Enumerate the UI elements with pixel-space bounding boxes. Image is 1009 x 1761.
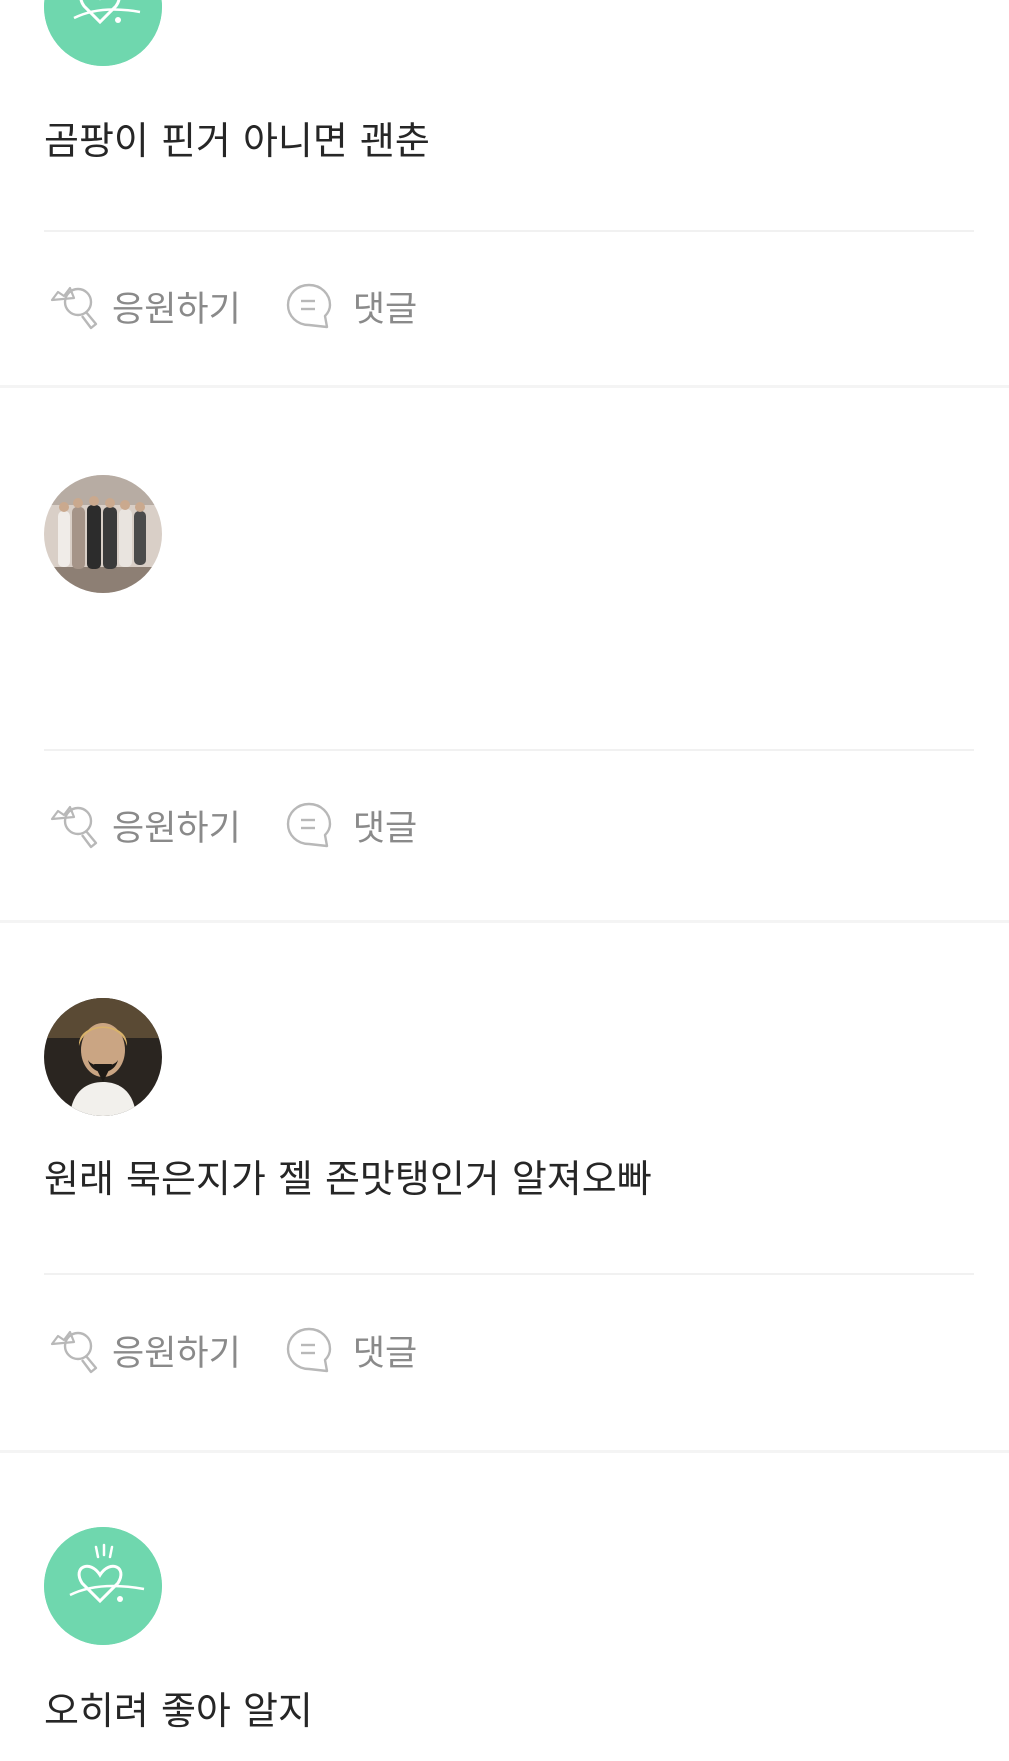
user-avatar[interactable] [44,998,162,1116]
cheer-label: 응원하기 [112,1333,241,1374]
divider [44,1273,974,1275]
comment-button[interactable]: 댓글 [283,799,417,851]
cheer-label: 응원하기 [112,289,241,330]
heart-logo-icon [44,0,162,66]
divider [44,230,974,232]
post-actions: 응원하기 댓글 [44,278,417,334]
lightstick-cheer-icon [44,1322,104,1378]
speech-bubble-icon [283,280,335,332]
lightstick-cheer-icon [44,797,104,853]
post-separator [0,1450,1009,1453]
user-avatar[interactable] [44,0,162,66]
speech-bubble-icon [283,799,335,851]
comment-label: 댓글 [352,1333,418,1374]
portrait-photo-icon [44,998,162,1116]
comment-label: 댓글 [352,808,418,849]
comment-button[interactable]: 댓글 [283,280,417,332]
user-avatar[interactable] [44,1527,162,1645]
post-actions: 응원하기 댓글 [44,797,417,853]
post-actions: 응원하기 댓글 [44,1322,417,1378]
post-text: 곰팡이 핀거 아니면 괜춘 [44,119,430,163]
post-text: 원래 묵은지가 젤 존맛탱인거 알져오빠 [44,1157,652,1201]
cheer-button[interactable]: 응원하기 [44,1322,241,1378]
cheer-button[interactable]: 응원하기 [44,797,241,853]
heart-logo-icon [44,1527,162,1645]
divider [44,749,974,751]
comment-label: 댓글 [352,289,418,330]
lightstick-cheer-icon [44,278,104,334]
comment-feed: 곰팡이 핀거 아니면 괜춘 응원하기 댓글 응원하기 댓글 원래 묵은지가 젤 … [0,0,1009,1761]
post-separator [0,385,1009,388]
post-separator [0,920,1009,923]
group-photo-icon [44,475,162,593]
speech-bubble-icon [283,1324,335,1376]
cheer-label: 응원하기 [112,808,241,849]
cheer-button[interactable]: 응원하기 [44,278,241,334]
comment-button[interactable]: 댓글 [283,1324,417,1376]
user-avatar[interactable] [44,475,162,593]
post-text: 오히려 좋아 알지 [44,1689,313,1733]
